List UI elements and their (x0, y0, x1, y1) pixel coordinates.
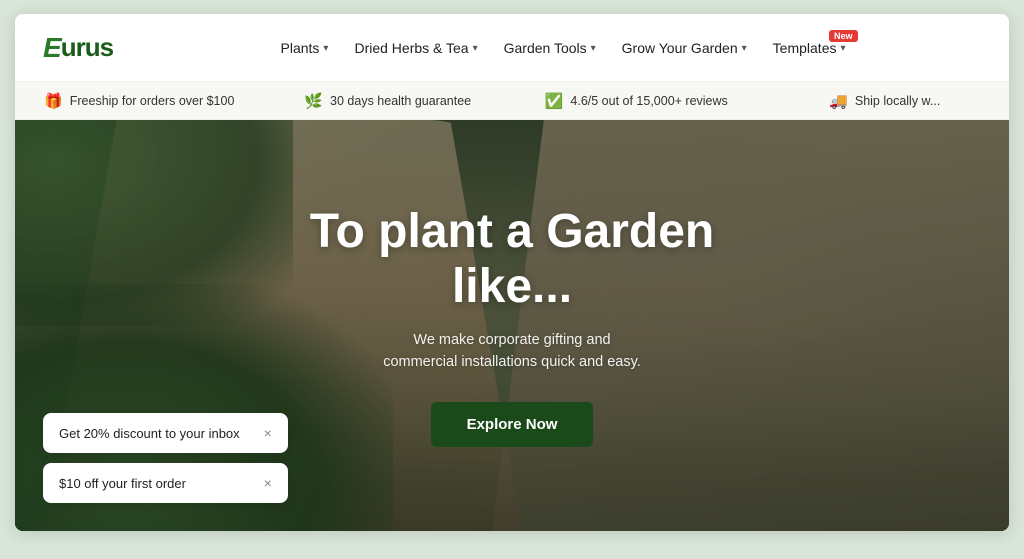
gift-icon: 🎁 (44, 92, 63, 110)
navbar: E urus Plants ▾ Dried Herbs & Tea ▾ Gard… (15, 14, 1009, 82)
hero-title: To plant a Garden like... (310, 204, 714, 314)
nav-links: Plants ▾ Dried Herbs & Tea ▾ Garden Tool… (145, 34, 981, 62)
promo-bar: 🎁 Freeship for orders over $100 🌿 30 day… (15, 82, 1009, 120)
popup-cards: Get 20% discount to your inbox × $10 off… (43, 413, 288, 503)
nav-label-grow: Grow Your Garden (622, 40, 738, 56)
popup-close-button-2[interactable]: × (264, 475, 272, 491)
nav-label-plants: Plants (281, 40, 320, 56)
new-badge: New (829, 30, 858, 42)
promo-reviews-text: 4.6/5 out of 15,000+ reviews (570, 94, 727, 108)
nav-item-plants[interactable]: Plants ▾ (271, 34, 339, 62)
popup-firstorder-text: $10 off your first order (59, 476, 186, 491)
promo-guarantee-text: 30 days health guarantee (330, 94, 471, 108)
chevron-down-icon: ▾ (591, 43, 596, 54)
promo-ship-text: Ship locally w... (855, 94, 940, 108)
nav-item-grow[interactable]: Grow Your Garden ▾ (612, 34, 757, 62)
hero-subtitle: We make corporate gifting and commercial… (382, 330, 642, 374)
nav-label-herbs: Dried Herbs & Tea (354, 40, 468, 56)
promo-freeship-text: Freeship for orders over $100 (70, 94, 235, 108)
page-wrapper: E urus Plants ▾ Dried Herbs & Tea ▾ Gard… (15, 14, 1009, 531)
truck-icon: 🚚 (829, 92, 848, 110)
nav-item-herbs[interactable]: Dried Herbs & Tea ▾ (344, 34, 487, 62)
promo-ship: 🚚 Ship locally w... (761, 92, 1010, 110)
popup-discount-text: Get 20% discount to your inbox (59, 426, 240, 441)
nav-label-templates: Templates (773, 40, 837, 56)
nav-item-templates[interactable]: Templates ▾ New (763, 34, 856, 62)
popup-card-firstorder: $10 off your first order × (43, 463, 288, 503)
chevron-down-icon: ▾ (473, 43, 478, 54)
promo-freeship: 🎁 Freeship for orders over $100 (15, 92, 264, 110)
logo-rest: urus (61, 32, 113, 63)
logo-letter-e: E (43, 32, 61, 64)
logo[interactable]: E urus (43, 32, 113, 64)
chevron-down-icon: ▾ (742, 43, 747, 54)
explore-now-button[interactable]: Explore Now (431, 402, 594, 447)
nav-label-tools: Garden Tools (504, 40, 587, 56)
promo-guarantee: 🌿 30 days health guarantee (264, 92, 513, 110)
popup-card-discount: Get 20% discount to your inbox × (43, 413, 288, 453)
chevron-down-icon: ▾ (323, 43, 328, 54)
popup-close-button-1[interactable]: × (264, 425, 272, 441)
promo-reviews: ✅ 4.6/5 out of 15,000+ reviews (512, 92, 761, 110)
hero-section: To plant a Garden like... We make corpor… (15, 120, 1009, 531)
check-icon: ✅ (545, 92, 564, 110)
leaf-icon: 🌿 (304, 92, 323, 110)
nav-item-tools[interactable]: Garden Tools ▾ (494, 34, 606, 62)
chevron-down-icon: ▾ (840, 43, 845, 54)
